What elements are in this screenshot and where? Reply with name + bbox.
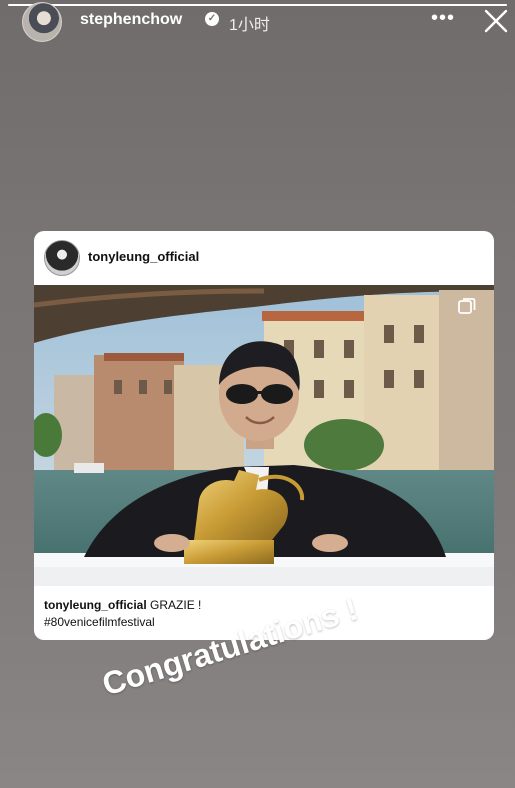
story-username[interactable]: stephenchow — [80, 11, 182, 29]
shared-post-avatar[interactable] — [44, 240, 80, 276]
shared-post-username[interactable]: tonyleung_official — [88, 249, 199, 264]
multiple-photos-icon — [458, 298, 476, 314]
caption-text: GRAZIE ! — [150, 598, 202, 612]
caption-username[interactable]: tonyleung_official — [44, 598, 147, 612]
shared-post-photo[interactable] — [34, 285, 494, 586]
caption-line: tonyleung_official GRAZIE ! — [44, 597, 484, 614]
more-dots-icon[interactable]: ••• — [430, 8, 456, 28]
story-timestamp: 1小时 — [229, 17, 270, 34]
verified-badge-icon: ✓ — [205, 12, 219, 26]
profile-avatar[interactable] — [22, 2, 62, 42]
shared-post-card[interactable]: tonyleung_official tonyleung_official GR… — [34, 231, 494, 640]
story-header: stephenchow ✓ 1小时 ••• — [0, 0, 515, 44]
close-icon[interactable] — [482, 7, 510, 35]
shared-post-header: tonyleung_official — [34, 231, 494, 285]
venice-photo-illustration — [34, 285, 494, 586]
story-view: stephenchow ✓ 1小时 ••• tonyleung_official — [0, 0, 515, 788]
